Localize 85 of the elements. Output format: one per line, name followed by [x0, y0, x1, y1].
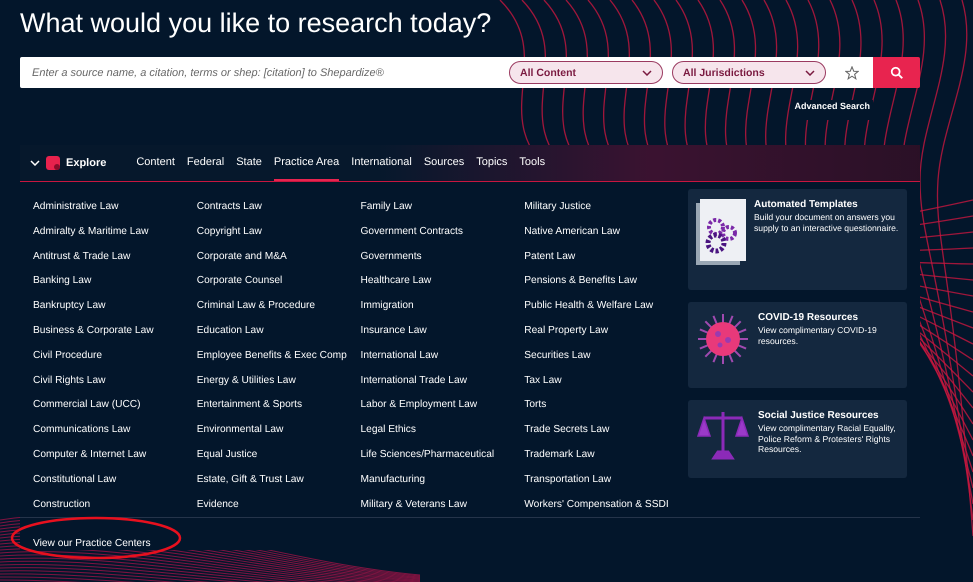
practice-area-link[interactable]: Corporate and M&A	[196, 244, 360, 270]
card-title: Automated Templates	[754, 199, 859, 210]
practice-area-link[interactable]: Tax Law	[524, 368, 688, 394]
page-heading: What would you like to research today?	[20, 8, 492, 39]
star-icon[interactable]	[845, 66, 859, 80]
content-dropdown[interactable]: All Content	[509, 61, 663, 84]
practice-area-link[interactable]: Securities Law	[524, 344, 688, 369]
practice-area-link[interactable]: Construction	[33, 492, 197, 518]
practice-area-link[interactable]: Contracts Law	[196, 195, 360, 220]
practice-area-link[interactable]: Manufacturing	[360, 468, 524, 493]
nav-tab[interactable]: State	[236, 145, 262, 181]
caret-icon	[642, 70, 652, 76]
practice-area-link[interactable]: Governments	[360, 244, 524, 270]
practice-area-link[interactable]: Legal Ethics	[360, 418, 524, 443]
practice-area-link[interactable]: Life Sciences/Pharmaceutical	[360, 442, 524, 468]
document-gears-icon	[696, 199, 746, 265]
practice-area-link[interactable]: Employee Benefits & Exec Comp	[196, 344, 360, 369]
nav-tab[interactable]: Tools	[519, 145, 546, 181]
practice-area-link[interactable]: Business & Corporate Law	[33, 318, 197, 344]
practice-area-link[interactable]: Constitutional Law	[33, 468, 197, 493]
practice-area-link[interactable]: Banking Law	[33, 269, 197, 294]
nav-tab[interactable]: Topics	[476, 145, 508, 181]
practice-area-link[interactable]: Civil Rights Law	[33, 368, 197, 394]
practice-area-link[interactable]: Government Contracts	[360, 220, 524, 245]
practice-area-link[interactable]: International Trade Law	[360, 368, 524, 394]
practice-area-link[interactable]: Energy & Utilities Law	[196, 368, 360, 394]
practice-area-link[interactable]: Admiralty & Maritime Law	[33, 220, 197, 245]
practice-area-link[interactable]: Military & Veterans Law	[360, 492, 524, 518]
practice-area-link[interactable]: Computer & Internet Law	[33, 442, 197, 468]
practice-area-link[interactable]: Trademark Law	[524, 442, 688, 468]
practice-area-link[interactable]: Transportation Law	[524, 468, 688, 493]
chevron-icon[interactable]	[30, 160, 40, 166]
practice-area-link[interactable]: Patent Law	[524, 244, 688, 270]
practice-area-link[interactable]: Native American Law	[524, 220, 688, 245]
practice-area-link[interactable]: Workers' Compensation & SSDI	[524, 492, 688, 518]
search-field[interactable]: Enter a source name, a citation, terms or shep: [citation] to Shepardize®	[20, 57, 509, 88]
scales-icon	[696, 410, 750, 460]
practice-area-link[interactable]: Torts	[524, 393, 688, 418]
practice-area-link[interactable]: Military Justice	[524, 195, 688, 220]
card-title: COVID-19 Resources	[758, 312, 860, 323]
search-icon	[890, 66, 904, 80]
practice-centers-link[interactable]: View our Practice Centers	[33, 538, 151, 550]
resource-card[interactable]: COVID-19 Resources View complimentary COVID-19 resources.	[688, 302, 907, 388]
practice-area-link[interactable]: Entertainment & Sports	[196, 393, 360, 418]
practice-area-link[interactable]: Insurance Law	[360, 318, 524, 344]
card-description: Build your document on answers you supply to an interactive questionnaire.	[754, 212, 899, 234]
practice-area-link[interactable]: Civil Procedure	[33, 344, 197, 369]
card-description: View complimentary COVID-19 resources.	[758, 325, 878, 346]
practice-area-link[interactable]: Bankruptcy Law	[33, 294, 197, 319]
practice-area-link[interactable]: Communications Law	[33, 418, 197, 443]
practice-area-link[interactable]: International Law	[360, 344, 524, 369]
practice-area-link[interactable]: Equal Justice	[196, 442, 360, 468]
practice-area-link[interactable]: Antitrust & Trade Law	[33, 244, 197, 270]
practice-area-link[interactable]: Trade Secrets Law	[524, 418, 688, 443]
practice-area-link[interactable]: Labor & Employment Law	[360, 393, 524, 418]
resource-card[interactable]: Automated Templates Build your document on answers you supply to an interactive questionnaire.	[688, 189, 907, 290]
caret-icon	[805, 70, 815, 76]
card-title: Social Justice Resources	[758, 410, 880, 421]
practice-area-link[interactable]: Environmental Law	[196, 418, 360, 443]
virus-icon	[696, 312, 750, 366]
search-button[interactable]	[873, 57, 920, 88]
practice-area-link[interactable]: Administrative Law	[33, 195, 197, 220]
practice-area-link[interactable]: Estate, Gift & Trust Law	[196, 468, 360, 493]
nav-tab[interactable]: International	[351, 145, 412, 181]
practice-area-link[interactable]: Public Health & Welfare Law	[524, 294, 688, 319]
nav-tab[interactable]: Federal	[186, 145, 224, 181]
nav-tab[interactable]: Content	[136, 145, 175, 181]
practice-area-link[interactable]: Corporate Counsel	[196, 269, 360, 294]
practice-area-link[interactable]: Commercial Law (UCC)	[33, 393, 197, 418]
practice-area-link[interactable]: Immigration	[360, 294, 524, 319]
explore-label: Explore	[66, 157, 106, 169]
card-description: View complimentary Racial Equality, Police Reform & Protesters' Rights Resources.	[758, 423, 897, 456]
practice-area-link[interactable]: Education Law	[196, 318, 360, 344]
nav-tab[interactable]: Sources	[424, 145, 464, 181]
practice-area-link[interactable]: Healthcare Law	[360, 269, 524, 294]
jurisdiction-dropdown[interactable]: All Jurisdictions	[672, 61, 826, 84]
logo-icon	[46, 156, 60, 170]
practice-area-link[interactable]: Family Law	[360, 195, 524, 220]
practice-area-link[interactable]: Evidence	[196, 492, 360, 518]
nav-tab[interactable]: Practice Area	[274, 145, 340, 181]
practice-area-link[interactable]: Copyright Law	[196, 220, 360, 245]
practice-area-link[interactable]: Pensions & Benefits Law	[524, 269, 688, 294]
practice-area-link[interactable]: Real Property Law	[524, 318, 688, 344]
practice-area-link[interactable]: Criminal Law & Procedure	[196, 294, 360, 319]
resource-card[interactable]: Social Justice Resources View complimentary Racial Equality, Police Reform & Protesters' Rights Resources.	[688, 400, 907, 478]
